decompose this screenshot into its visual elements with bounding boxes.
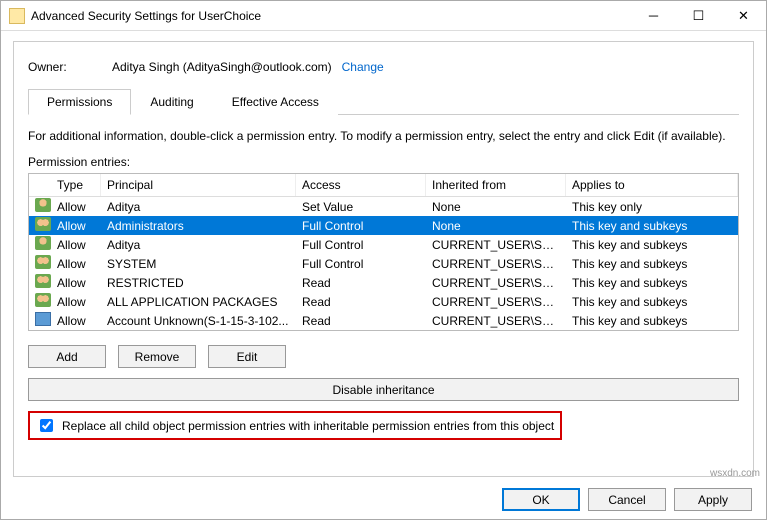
cell-type: Allow [51, 294, 101, 310]
owner-label: Owner: [28, 60, 112, 74]
cancel-button[interactable]: Cancel [588, 488, 666, 511]
cell-applies: This key and subkeys [566, 313, 738, 329]
owner-row: Owner: Aditya Singh (AdityaSingh@outlook… [28, 60, 739, 74]
cell-type: Allow [51, 237, 101, 253]
cell-inherited: CURRENT_USER\Soft... [426, 237, 566, 253]
cell-inherited: None [426, 199, 566, 215]
table-row[interactable]: AllowSYSTEMFull ControlCURRENT_USER\Soft… [29, 254, 738, 273]
watermark: wsxdn.com [710, 468, 760, 479]
cell-principal: Account Unknown(S-1-15-3-102... [101, 313, 296, 329]
titlebar: Advanced Security Settings for UserChoic… [1, 1, 766, 31]
table-row[interactable]: AllowAdityaSet ValueNoneThis key only [29, 197, 738, 216]
table-row[interactable]: AllowAdministratorsFull ControlNoneThis … [29, 216, 738, 235]
principal-icon [35, 312, 51, 326]
cell-type: Allow [51, 199, 101, 215]
cell-applies: This key only [566, 199, 738, 215]
cell-type: Allow [51, 313, 101, 329]
cell-inherited: CURRENT_USER\Soft... [426, 275, 566, 291]
cell-access: Full Control [296, 256, 426, 272]
minimize-button[interactable]: ─ [631, 1, 676, 30]
owner-value: Aditya Singh (AdityaSingh@outlook.com) [112, 60, 332, 74]
cell-access: Read [296, 313, 426, 329]
add-button[interactable]: Add [28, 345, 106, 368]
ok-button[interactable]: OK [502, 488, 580, 511]
cell-inherited: None [426, 218, 566, 234]
principal-icon [35, 236, 51, 250]
cell-access: Full Control [296, 218, 426, 234]
edit-button[interactable]: Edit [208, 345, 286, 368]
cell-principal: Aditya [101, 199, 296, 215]
col-icon[interactable] [29, 174, 51, 196]
permission-entries-label: Permission entries: [28, 155, 739, 169]
entry-buttons: Add Remove Edit [28, 345, 739, 368]
security-settings-window: Advanced Security Settings for UserChoic… [0, 0, 767, 520]
tab-permissions[interactable]: Permissions [28, 89, 131, 115]
principal-icon [35, 274, 51, 288]
maximize-button[interactable]: ☐ [676, 1, 721, 30]
replace-children-checkbox[interactable] [40, 419, 53, 432]
apply-button[interactable]: Apply [674, 488, 752, 511]
disable-inheritance-button[interactable]: Disable inheritance [28, 378, 739, 401]
principal-icon [35, 255, 51, 269]
dialog-footer: OK Cancel Apply [502, 488, 752, 511]
cell-access: Full Control [296, 237, 426, 253]
cell-type: Allow [51, 218, 101, 234]
cell-principal: RESTRICTED [101, 275, 296, 291]
folder-icon [9, 8, 25, 24]
col-applies[interactable]: Applies to [566, 174, 738, 196]
cell-inherited: CURRENT_USER\Soft... [426, 313, 566, 329]
cell-applies: This key and subkeys [566, 237, 738, 253]
table-row[interactable]: AllowRESTRICTEDReadCURRENT_USER\Soft...T… [29, 273, 738, 292]
tabs: Permissions Auditing Effective Access [28, 88, 739, 115]
table-row[interactable]: AllowAccount Unknown(S-1-15-3-102...Read… [29, 311, 738, 330]
cell-access: Set Value [296, 199, 426, 215]
col-access[interactable]: Access [296, 174, 426, 196]
cell-access: Read [296, 275, 426, 291]
grid-header: Type Principal Access Inherited from App… [29, 174, 738, 197]
table-row[interactable]: AllowAdityaFull ControlCURRENT_USER\Soft… [29, 235, 738, 254]
permission-entries-grid: Type Principal Access Inherited from App… [28, 173, 739, 331]
info-note: For additional information, double-click… [28, 129, 739, 143]
principal-icon [35, 198, 51, 212]
table-row[interactable]: AllowALL APPLICATION PACKAGESReadCURRENT… [29, 292, 738, 311]
principal-icon [35, 217, 51, 231]
cell-applies: This key and subkeys [566, 256, 738, 272]
close-button[interactable]: ✕ [721, 1, 766, 30]
cell-access: Read [296, 294, 426, 310]
col-inherited[interactable]: Inherited from [426, 174, 566, 196]
replace-children-row: Replace all child object permission entr… [28, 411, 562, 440]
tab-auditing[interactable]: Auditing [131, 89, 212, 115]
cell-type: Allow [51, 275, 101, 291]
window-title: Advanced Security Settings for UserChoic… [31, 9, 631, 23]
principal-icon [35, 293, 51, 307]
tab-effective-access[interactable]: Effective Access [213, 89, 338, 115]
replace-children-label: Replace all child object permission entr… [62, 419, 554, 433]
cell-inherited: CURRENT_USER\Soft... [426, 294, 566, 310]
change-owner-link[interactable]: Change [342, 60, 384, 74]
cell-applies: This key and subkeys [566, 275, 738, 291]
cell-applies: This key and subkeys [566, 218, 738, 234]
cell-inherited: CURRENT_USER\Soft... [426, 256, 566, 272]
cell-principal: ALL APPLICATION PACKAGES [101, 294, 296, 310]
cell-principal: Administrators [101, 218, 296, 234]
cell-type: Allow [51, 256, 101, 272]
col-principal[interactable]: Principal [101, 174, 296, 196]
remove-button[interactable]: Remove [118, 345, 196, 368]
cell-principal: SYSTEM [101, 256, 296, 272]
col-type[interactable]: Type [51, 174, 101, 196]
content-panel: Owner: Aditya Singh (AdityaSingh@outlook… [13, 41, 754, 477]
grid-body: AllowAdityaSet ValueNoneThis key onlyAll… [29, 197, 738, 330]
cell-principal: Aditya [101, 237, 296, 253]
cell-applies: This key and subkeys [566, 294, 738, 310]
